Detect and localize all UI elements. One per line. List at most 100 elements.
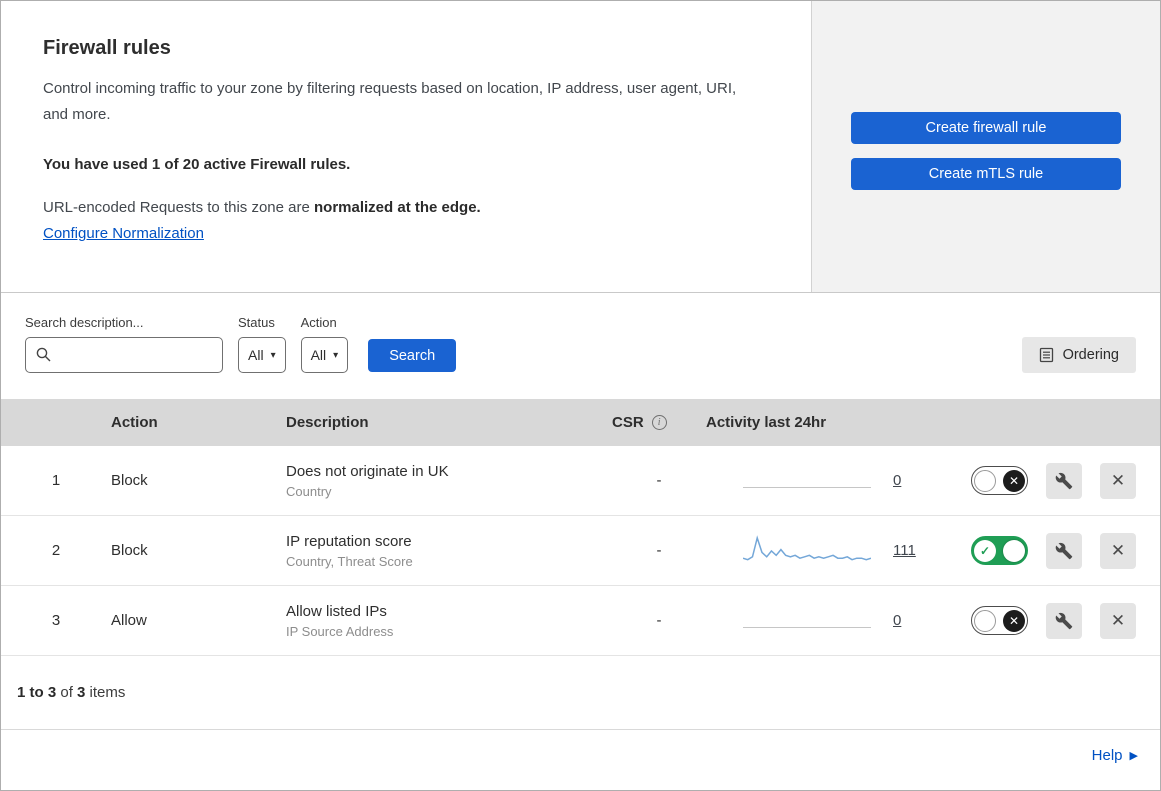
wrench-icon xyxy=(1055,472,1073,489)
toggle-check-icon: ✓ xyxy=(974,539,996,562)
ordering-button[interactable]: Ordering xyxy=(1021,337,1136,373)
status-value: All xyxy=(248,347,264,363)
table-row: 3 Allow Allow listed IPs IP Source Addre… xyxy=(1,586,1160,656)
pagination-summary: 1 to 3 of 3 items xyxy=(1,656,1160,730)
help-link[interactable]: Help ▶ xyxy=(1092,747,1138,764)
rule-controls: ✕ ✕ xyxy=(971,602,1160,639)
rule-index: 2 xyxy=(51,542,61,559)
create-mtls-rule-button[interactable]: Create mTLS rule xyxy=(851,158,1121,190)
configure-normalization-link[interactable]: Configure Normalization xyxy=(43,225,204,242)
close-icon: ✕ xyxy=(1110,470,1126,490)
activity-sparkline xyxy=(742,534,872,568)
rule-index: 1 xyxy=(51,472,61,489)
search-box xyxy=(25,337,223,373)
rule-controls: ✕ ✕ xyxy=(971,462,1160,499)
rule-description: Does not originate in UK Country xyxy=(286,463,612,499)
ordering-list-icon xyxy=(1039,347,1053,363)
rule-action: Allow xyxy=(111,612,147,629)
rule-csr: - xyxy=(656,542,662,559)
firewall-rules-page: Firewall rules Control incoming traffic … xyxy=(0,0,1161,791)
chevron-down-icon: ▾ xyxy=(333,349,339,361)
table-header: Action Description CSR i Activity last 2… xyxy=(1,399,1160,446)
status-label: Status xyxy=(238,315,275,330)
rule-action: Block xyxy=(111,542,148,559)
rule-activity: 111 xyxy=(706,534,971,568)
rule-csr: - xyxy=(656,472,662,489)
rule-enabled-toggle[interactable]: ✕ xyxy=(971,606,1028,635)
rule-action: Block xyxy=(111,472,148,489)
normalization-prefix: URL-encoded Requests to this zone are xyxy=(43,198,314,216)
rule-description-text: IP reputation score xyxy=(286,532,412,550)
delete-rule-button[interactable]: ✕ xyxy=(1100,602,1136,639)
rule-description-text: Does not originate in UK xyxy=(286,462,449,480)
rule-activity: 0 xyxy=(706,472,971,489)
wrench-icon xyxy=(1055,612,1073,629)
rule-index: 3 xyxy=(51,612,61,629)
rule-description: IP reputation score Country, Threat Scor… xyxy=(286,533,612,569)
action-column-header: Action xyxy=(111,414,158,431)
help-label: Help xyxy=(1091,746,1123,764)
action-dropdown[interactable]: All ▾ xyxy=(300,337,349,373)
search-input[interactable] xyxy=(25,337,223,373)
delete-rule-button[interactable]: ✕ xyxy=(1100,462,1136,499)
help-arrow-icon: ▶ xyxy=(1129,749,1138,762)
create-firewall-rule-button[interactable]: Create firewall rule xyxy=(851,112,1121,144)
chevron-down-icon: ▾ xyxy=(270,349,276,361)
usage-line: You have used 1 of 20 active Firewall ru… xyxy=(43,155,351,173)
toggle-x-icon: ✕ xyxy=(1003,469,1025,492)
close-icon: ✕ xyxy=(1110,540,1126,560)
rule-description-text: Allow listed IPs xyxy=(286,602,387,620)
page-description: Control incoming traffic to your zone by… xyxy=(43,80,737,124)
toggle-knob xyxy=(974,609,996,632)
items-text: items xyxy=(85,684,126,701)
rule-controls: ✓ ✕ xyxy=(971,532,1160,569)
edit-rule-button[interactable] xyxy=(1046,532,1082,569)
filter-bar: Search description... Status All ▾ Actio… xyxy=(1,293,1160,399)
of-text: of xyxy=(56,684,78,701)
toggle-knob xyxy=(974,469,996,492)
page-title: Firewall rules xyxy=(43,37,171,59)
help-bar: Help ▶ xyxy=(1,730,1160,780)
action-value: All xyxy=(310,347,327,363)
search-button[interactable]: Search xyxy=(368,339,457,372)
toggle-x-icon: ✕ xyxy=(1003,609,1025,632)
action-panel: Create firewall rule Create mTLS rule xyxy=(812,1,1160,292)
status-dropdown[interactable]: All ▾ xyxy=(238,337,286,373)
range-text: 1 to 3 xyxy=(17,684,57,701)
activity-sparkline-flat xyxy=(743,627,871,628)
rule-description-detail: Country xyxy=(286,483,332,499)
edit-rule-button[interactable] xyxy=(1046,462,1082,499)
rule-description-detail: IP Source Address xyxy=(286,623,394,639)
rule-activity: 0 xyxy=(706,612,971,629)
page-header: Firewall rules Control incoming traffic … xyxy=(1,1,1160,293)
normalization-bold: normalized at the edge. xyxy=(314,198,481,216)
ordering-label: Ordering xyxy=(1062,347,1119,363)
rule-enabled-toggle[interactable]: ✓ xyxy=(971,536,1028,565)
rule-csr: - xyxy=(656,612,662,629)
activity-count-link[interactable]: 0 xyxy=(893,612,901,629)
activity-sparkline-flat xyxy=(743,487,871,488)
wrench-icon xyxy=(1055,542,1073,559)
rule-description-detail: Country, Threat Score xyxy=(286,553,413,569)
rule-description: Allow listed IPs IP Source Address xyxy=(286,603,612,639)
info-icon[interactable]: i xyxy=(651,415,667,430)
description-column-header: Description xyxy=(286,414,369,431)
action-group: Action All ▾ xyxy=(300,315,349,373)
activity-column-header: Activity last 24hr xyxy=(706,414,827,431)
activity-count-link[interactable]: 111 xyxy=(893,542,916,559)
table-row: 1 Block Does not originate in UK Country… xyxy=(1,446,1160,516)
search-label: Search description... xyxy=(25,315,144,330)
action-label: Action xyxy=(300,315,337,330)
toggle-knob xyxy=(1003,539,1025,562)
activity-count-link[interactable]: 0 xyxy=(893,472,901,489)
rule-enabled-toggle[interactable]: ✕ xyxy=(971,466,1028,495)
edit-rule-button[interactable] xyxy=(1046,602,1082,639)
csr-column-header: CSR i xyxy=(612,414,706,431)
intro-card: Firewall rules Control incoming traffic … xyxy=(1,1,812,292)
normalization-line: URL-encoded Requests to this zone are no… xyxy=(43,199,763,216)
status-group: Status All ▾ xyxy=(238,315,286,373)
delete-rule-button[interactable]: ✕ xyxy=(1100,532,1136,569)
table-row: 2 Block IP reputation score Country, Thr… xyxy=(1,516,1160,586)
search-group: Search description... xyxy=(25,315,223,373)
search-icon xyxy=(36,347,51,362)
